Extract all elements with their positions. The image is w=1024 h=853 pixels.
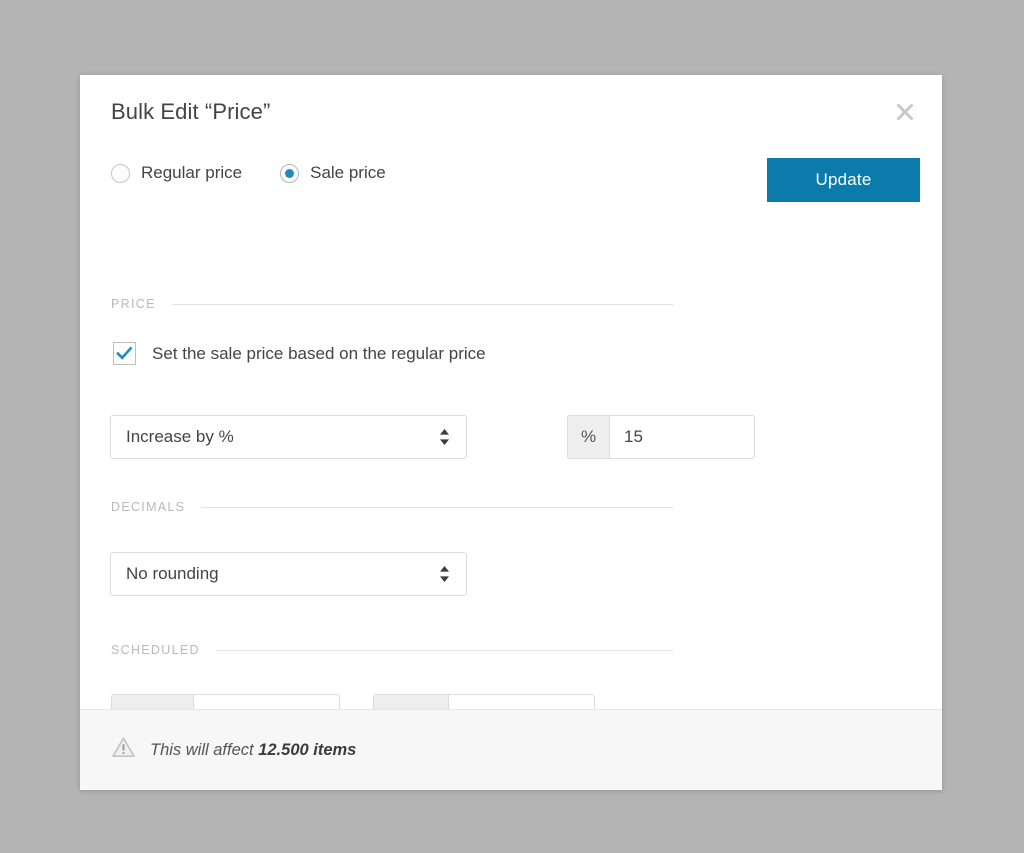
update-button[interactable]: Update <box>767 158 920 202</box>
radio-label-regular-price: Regular price <box>141 163 243 182</box>
warning-triangle-icon <box>111 736 136 764</box>
price-type-radio-group: Regular price Sale price <box>111 163 386 183</box>
page-title: Bulk Edit “Price” <box>111 99 271 124</box>
radio-option-regular-price[interactable]: Regular price <box>111 163 242 183</box>
percent-addon-label: % <box>568 416 610 458</box>
amount-input[interactable] <box>610 416 754 458</box>
price-method-select[interactable]: Increase by % <box>110 415 467 459</box>
rounding-select-value: No rounding <box>126 564 219 583</box>
section-header-scheduled: SCHEDULED <box>111 643 673 657</box>
radio-icon-sale-price <box>280 163 300 183</box>
section-label-scheduled: SCHEDULED <box>111 643 200 657</box>
dialog-footer: This will affect 12.500 items <box>80 709 942 790</box>
affected-items-text: This will affect 12.500 items <box>150 741 356 760</box>
rounding-select[interactable]: No rounding <box>110 552 467 596</box>
close-icon <box>894 101 916 123</box>
sale-price-based-checkbox-row[interactable]: Set the sale price based on the regular … <box>113 342 486 365</box>
section-divider-decimals <box>201 506 673 508</box>
affected-items-count: 12.500 items <box>258 740 357 759</box>
dialog-body: Bulk Edit “Price” Regular price Sale pri… <box>80 75 942 738</box>
checkbox-icon-checked <box>113 342 136 365</box>
price-method-select-value: Increase by % <box>126 427 234 446</box>
screen: Bulk Edit “Price” Regular price Sale pri… <box>0 0 1024 853</box>
section-divider-scheduled <box>215 649 673 651</box>
section-divider-price <box>171 303 673 305</box>
section-label-price: PRICE <box>111 297 156 311</box>
affected-items-prefix: This will affect <box>150 740 259 759</box>
checkbox-label: Set the sale price based on the regular … <box>152 343 486 363</box>
section-header-price: PRICE <box>111 297 673 311</box>
radio-icon-regular-price <box>111 163 130 183</box>
chevron-updown-icon <box>439 564 466 584</box>
amount-input-group: % <box>567 415 755 459</box>
radio-option-sale-price[interactable]: Sale price <box>280 163 386 183</box>
section-label-decimals: DECIMALS <box>111 500 186 514</box>
bulk-edit-dialog: Bulk Edit “Price” Regular price Sale pri… <box>80 75 942 790</box>
chevron-updown-icon <box>439 427 466 447</box>
section-header-decimals: DECIMALS <box>111 500 673 514</box>
radio-label-sale-price: Sale price <box>310 163 386 182</box>
close-button[interactable] <box>890 97 920 127</box>
